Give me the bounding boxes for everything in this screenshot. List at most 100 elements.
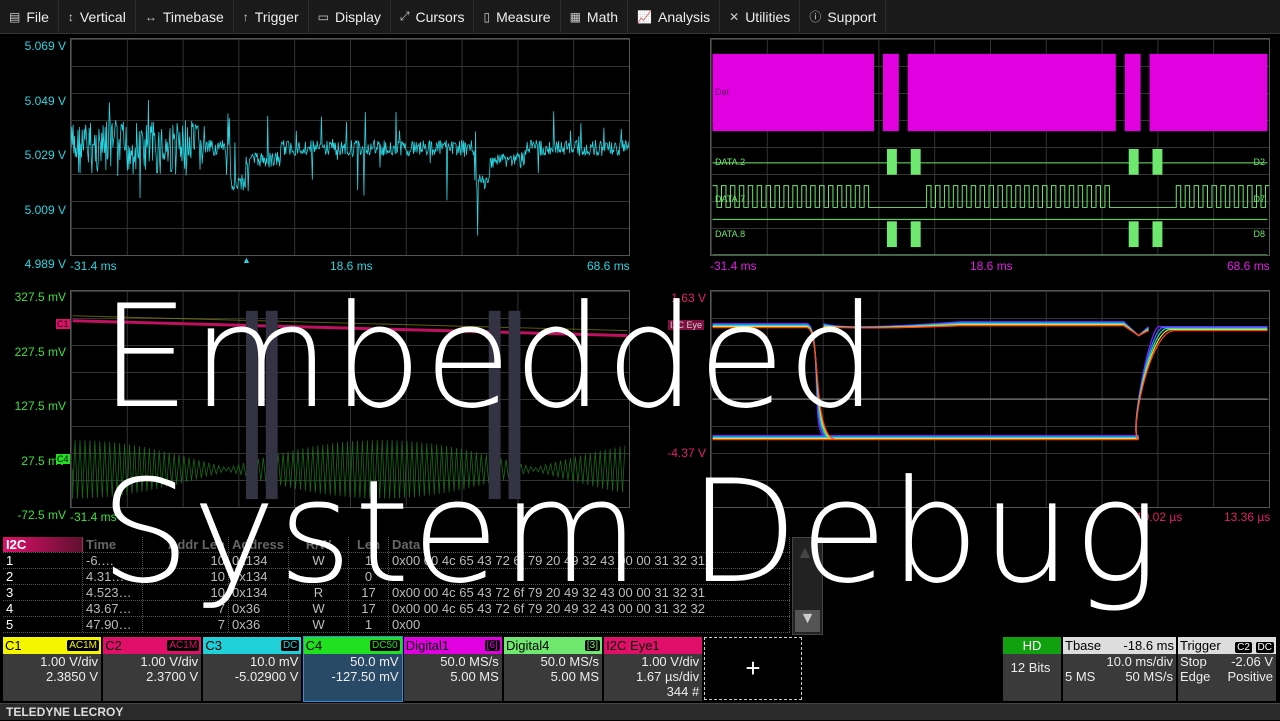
channel-name: I2C Eye1 bbox=[606, 638, 660, 653]
hd-descriptor[interactable]: HD 12 Bits bbox=[1003, 637, 1061, 701]
bus-segment bbox=[882, 53, 899, 132]
table-cell bbox=[389, 569, 790, 584]
table-cell: 2 bbox=[3, 569, 83, 584]
column-header[interactable]: Len bbox=[349, 537, 389, 552]
channel-offset: -5.02900 V bbox=[234, 669, 299, 684]
column-header[interactable]: Address bbox=[229, 537, 289, 552]
channel-descriptor-i2c-eye1[interactable]: I2C Eye1 1.00 V/div 1.67 µs/div 344 # bbox=[604, 637, 703, 701]
channel-coupling: DC50 bbox=[370, 640, 400, 651]
table-cell: -6.… bbox=[83, 553, 143, 568]
menu-label: Cursors bbox=[415, 8, 465, 25]
digital-grid[interactable]: Dat DATA.2 D2 DATA.7 D7 DATA.8 D8 bbox=[710, 38, 1270, 256]
table-cell: 0x00 00 4c 65 43 72 6f 79 20 49 32 43 00… bbox=[389, 585, 790, 600]
table-cell: 0x134 bbox=[229, 553, 289, 568]
table-cell: 4.31… bbox=[83, 569, 143, 584]
table-cell: 5 bbox=[3, 617, 83, 632]
table-cell: 17 bbox=[349, 601, 389, 616]
menu-label: Trigger bbox=[254, 8, 299, 25]
menu-analysis[interactable]: 📈 Analysis bbox=[628, 0, 721, 34]
channel-scale: 1.00 V/div bbox=[40, 654, 98, 669]
y-tick: 5.049 V bbox=[24, 93, 66, 108]
column-header[interactable]: I2C bbox=[3, 537, 83, 552]
menu-display[interactable]: ▭ Display bbox=[309, 0, 391, 34]
channel-descriptor-c4[interactable]: C4 DC50 50.0 mV -127.50 mV bbox=[302, 636, 403, 702]
table-cell bbox=[289, 569, 349, 584]
data2-pulse bbox=[910, 148, 921, 175]
d2-label: D2 bbox=[1253, 157, 1265, 167]
menu-utilities[interactable]: ✕ Utilities bbox=[720, 0, 801, 34]
data7-trace bbox=[712, 185, 1269, 208]
trigger-descriptor[interactable]: Trigger C2 DC Stop -2.06 V Edge Positive bbox=[1178, 637, 1276, 701]
digital-waveforms bbox=[712, 53, 1269, 255]
table-cell: 1 bbox=[349, 617, 389, 632]
g1-x-start: -31.4 ms bbox=[70, 259, 117, 273]
menu-measure[interactable]: ▯ Measure bbox=[474, 0, 561, 34]
g1-x-mid: 18.6 ms bbox=[330, 259, 373, 273]
c3-trace bbox=[71, 100, 629, 236]
c3-waveform-grid[interactable] bbox=[70, 38, 630, 256]
trigger-slope: Positive bbox=[1227, 669, 1273, 684]
measure-icon: ▯ bbox=[483, 9, 491, 24]
scroll-down-icon[interactable]: ▼ bbox=[795, 610, 820, 632]
menu-timebase[interactable]: ↔ Timebase bbox=[136, 0, 234, 34]
table-row[interactable]: 4 43.67… 7 0x36 W 17 0x00 00 4c 65 43 72 6f 79… bbox=[3, 601, 790, 617]
table-scrollbar[interactable]: ▲ ▼ bbox=[792, 537, 823, 635]
eye-diagram-grid[interactable] bbox=[710, 290, 1270, 508]
tbase-rate: 50 MS/s bbox=[1125, 669, 1173, 684]
g4-y-top: 1.63 V bbox=[671, 291, 706, 305]
table-cell: W bbox=[289, 601, 349, 616]
cursor-icon: ⤢ bbox=[399, 9, 410, 23]
g2-x-start: -31.4 ms bbox=[710, 259, 757, 273]
table-cell: 0x36 bbox=[229, 601, 289, 616]
trigger-coupling: DC bbox=[1255, 642, 1274, 653]
menu-math[interactable]: ▦ Math bbox=[561, 0, 629, 34]
gate-marker bbox=[245, 310, 258, 500]
clipboard-icon: ▤ bbox=[9, 9, 21, 24]
channel-descriptor-c1[interactable]: C1 AC1M 1.00 V/div 2.3850 V bbox=[3, 637, 101, 701]
scroll-up-icon[interactable]: ▲ bbox=[796, 542, 814, 563]
i2c-eye-marker[interactable]: I2C Eye bbox=[668, 320, 705, 330]
table-cell: 4.523… bbox=[83, 585, 143, 600]
bus-segment bbox=[907, 53, 1116, 132]
channel-descriptor-digital4[interactable]: Digital4 [3] 50.0 MS/s 5.00 MS bbox=[504, 637, 602, 701]
table-cell: 43.67… bbox=[83, 601, 143, 616]
channel-scale: 1.00 V/div bbox=[140, 654, 199, 669]
trigger-marker-icon[interactable]: ▲ bbox=[242, 255, 251, 265]
column-header[interactable]: Time bbox=[83, 537, 143, 552]
table-row[interactable]: 3 4.523… 10 0x134 R 17 0x00 00 4c 65 43 72 6f … bbox=[3, 585, 790, 601]
menu-cursors[interactable]: ⤢ Cursors bbox=[391, 0, 475, 34]
gate-marker bbox=[508, 310, 521, 500]
add-channel-button[interactable]: + bbox=[704, 637, 802, 700]
channel-name: C3 bbox=[205, 638, 223, 653]
channel-descriptor-c2[interactable]: C2 AC1M 1.00 V/div 2.3700 V bbox=[103, 637, 202, 701]
timebase-descriptor[interactable]: Tbase -18.6 ms 10.0 ms/div 5 MS 50 MS/s bbox=[1063, 637, 1176, 701]
channel-descriptor-c3[interactable]: C3 DC 10.0 mV -5.02900 V bbox=[203, 637, 302, 701]
trigger-mode: Stop bbox=[1180, 654, 1207, 669]
table-row[interactable]: 5 47.90… 7 0x36 W 1 0x00 bbox=[3, 617, 790, 633]
column-header[interactable]: Data bbox=[389, 537, 790, 552]
channel-scale: 50.0 MS/s bbox=[440, 654, 499, 669]
menu-trigger[interactable]: ↑ Trigger bbox=[234, 0, 309, 34]
gate-marker bbox=[265, 310, 278, 500]
column-header[interactable]: R/W bbox=[289, 537, 349, 552]
channel-descriptor-digital1[interactable]: Digital1 [6] 50.0 MS/s 5.00 MS bbox=[403, 637, 502, 701]
g1-x-end: 68.6 ms bbox=[587, 259, 630, 273]
table-row[interactable]: 2 4.31… 10 0x134 0 bbox=[3, 569, 790, 585]
column-header[interactable]: Addr Len bbox=[143, 537, 229, 552]
y-tick: -72.5 mV bbox=[17, 508, 66, 522]
menu-file[interactable]: ▤ File bbox=[0, 0, 59, 34]
table-cell: 0x36 bbox=[229, 617, 289, 632]
table-cell: 1 bbox=[3, 553, 83, 568]
menu-support[interactable]: ⓘ Support bbox=[800, 0, 887, 34]
table-cell: 10 bbox=[143, 553, 229, 568]
table-cell: 7 bbox=[143, 601, 229, 616]
table-cell: 0x134 bbox=[229, 569, 289, 584]
vertical-arrows-icon: ↕ bbox=[67, 9, 74, 24]
table-row[interactable]: 1 -6.… 10 0x134 W 1 0x00 00 4c 65 43 72 6f 79 … bbox=[3, 553, 790, 569]
menu-vertical[interactable]: ↕ Vertical bbox=[59, 0, 136, 34]
c4-marker[interactable]: C4 bbox=[56, 454, 70, 464]
c1-c4-waveform-grid[interactable] bbox=[70, 290, 630, 508]
y-tick: 4.989 V bbox=[24, 257, 66, 271]
c1-marker[interactable]: C1 bbox=[56, 319, 70, 329]
g3-x-start: -31.4 ms bbox=[70, 510, 117, 524]
